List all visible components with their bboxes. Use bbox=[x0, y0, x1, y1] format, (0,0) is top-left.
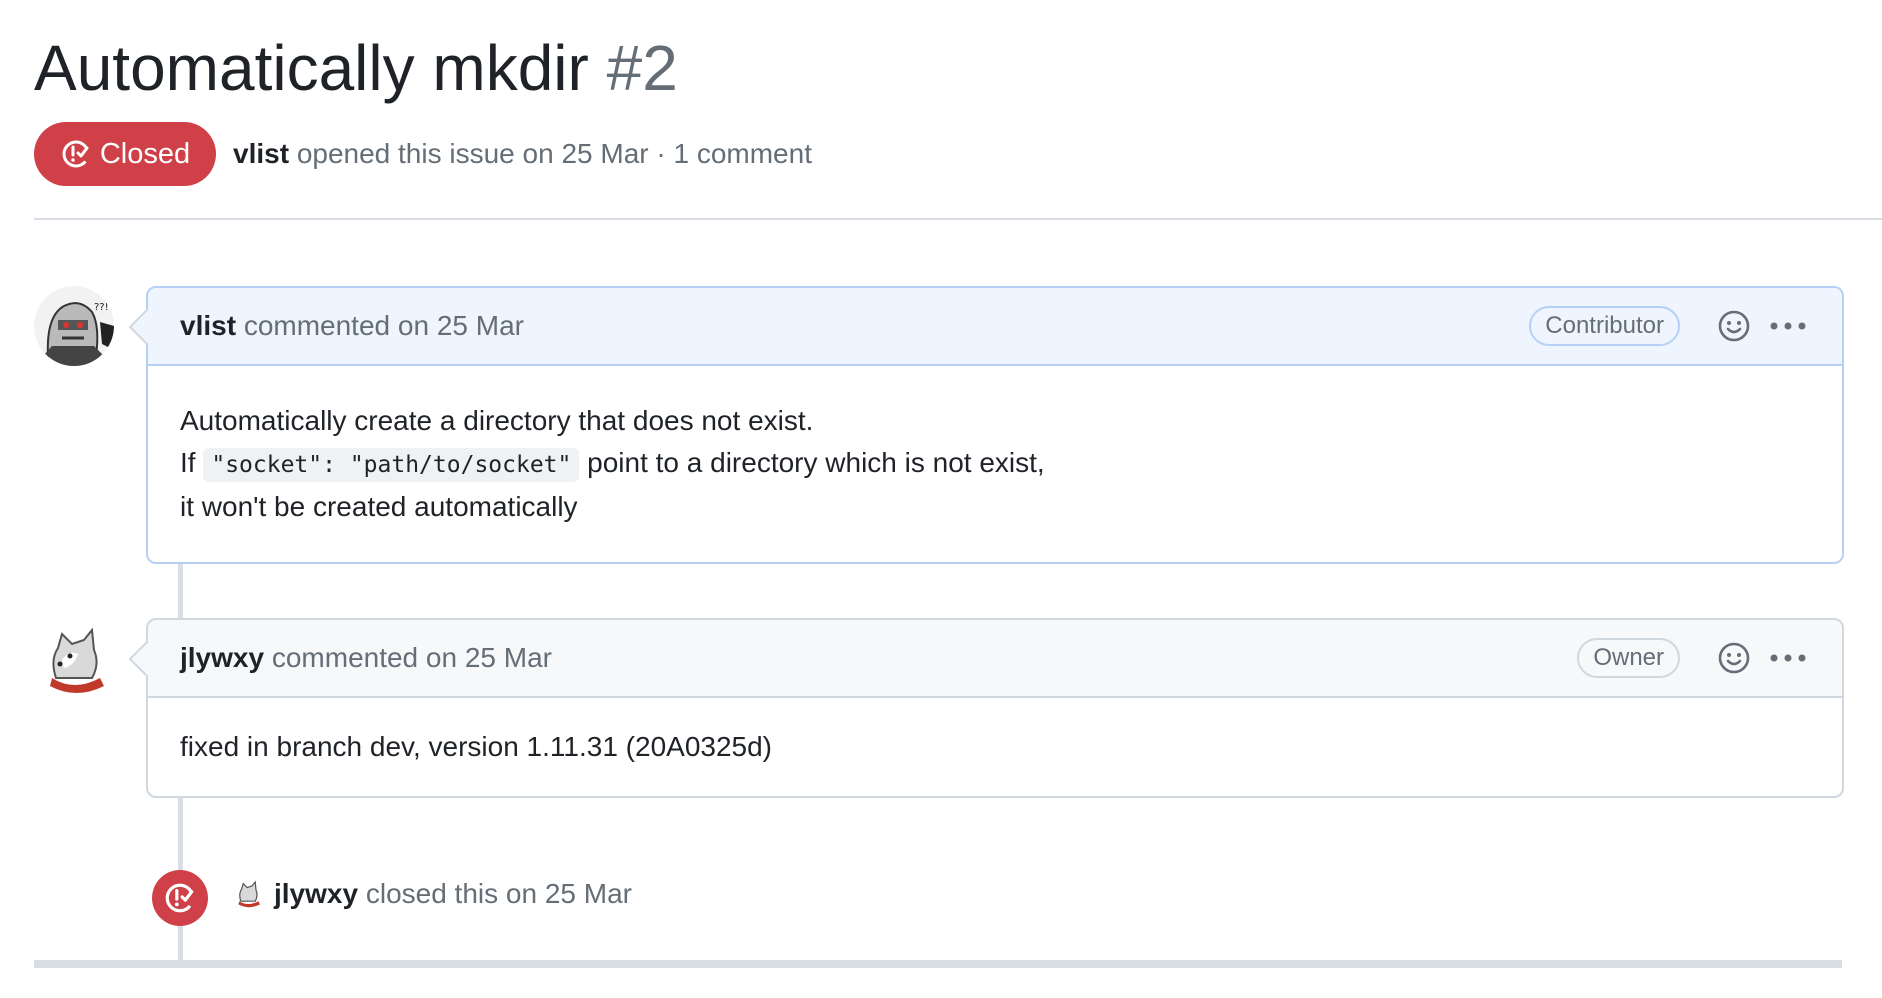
role-badge: Contributor bbox=[1529, 306, 1680, 346]
comment-action: commented bbox=[243, 310, 391, 341]
issue-author-link[interactable]: vlist bbox=[233, 138, 289, 169]
issue-closed-icon bbox=[165, 883, 195, 913]
comment-pointer bbox=[128, 308, 166, 346]
comment-card-vlist: vlist commented on 25 Mar Contributor Au… bbox=[128, 286, 1844, 564]
event-date-link[interactable]: on 25 Mar bbox=[506, 878, 632, 909]
issue-number: #2 bbox=[606, 32, 678, 104]
comment-date-link[interactable]: on 25 Mar bbox=[398, 310, 524, 342]
comment-action: commented bbox=[271, 642, 419, 673]
role-badge: Owner bbox=[1577, 638, 1680, 678]
smiley-icon bbox=[1718, 642, 1750, 674]
issue-title: Automatically mkdir #2 bbox=[34, 28, 678, 108]
header-divider bbox=[34, 218, 1882, 220]
comment-text-line: If "socket": "path/to/socket" point to a… bbox=[180, 442, 1810, 486]
comment-body: Automatically create a directory that do… bbox=[148, 366, 1842, 562]
timeline-bottom-divider bbox=[34, 960, 1842, 968]
issue-meta: vlist opened this issue on 25 Mar · 1 co… bbox=[233, 138, 812, 170]
avatar-small-jlywxy[interactable] bbox=[232, 878, 264, 910]
comment-author-link[interactable]: vlist bbox=[180, 310, 236, 342]
comment-text-line: Automatically create a directory that do… bbox=[180, 405, 814, 436]
comment-body: fixed in branch dev, version 1.11.31 (20… bbox=[148, 698, 1842, 796]
svg-text:??!: ??! bbox=[94, 302, 109, 313]
event-action: closed this bbox=[365, 878, 499, 909]
status-label: Closed bbox=[99, 137, 191, 170]
closed-event: jlywxy closed this on 25 Mar bbox=[232, 878, 632, 910]
comment-header: jlywxy commented on 25 Mar Owner bbox=[128, 620, 1842, 698]
comment-options-button[interactable] bbox=[1766, 636, 1810, 680]
add-reaction-button[interactable] bbox=[1712, 304, 1756, 348]
comment-text-fragment: If bbox=[180, 447, 196, 478]
comment-text-line: fixed in branch dev, version 1.11.31 (20… bbox=[180, 731, 773, 762]
add-reaction-button[interactable] bbox=[1712, 636, 1756, 680]
comment-card-jlywxy: jlywxy commented on 25 Mar Owner fixed i… bbox=[128, 618, 1844, 798]
comment-text-line: it won't be created automatically bbox=[180, 491, 578, 522]
issue-closed-icon bbox=[62, 140, 90, 168]
comment-text-fragment: point to a directory which is not exist, bbox=[587, 447, 1045, 478]
comment-header: vlist commented on 25 Mar Contributor bbox=[128, 288, 1842, 366]
avatar-vlist[interactable]: ??! bbox=[34, 286, 114, 366]
closed-event-badge bbox=[152, 870, 208, 926]
comment-date-link[interactable]: on 25 Mar bbox=[426, 642, 552, 674]
inline-code: "socket": "path/to/socket" bbox=[203, 448, 580, 482]
event-author-link[interactable]: jlywxy bbox=[274, 878, 358, 909]
issue-title-text: Automatically mkdir bbox=[34, 32, 589, 104]
comment-pointer bbox=[128, 640, 166, 678]
issue-opened-text: opened this issue on 25 Mar · 1 comment bbox=[296, 138, 812, 169]
smiley-icon bbox=[1718, 310, 1750, 342]
avatar-jlywxy[interactable] bbox=[34, 620, 114, 700]
kebab-horizontal-icon bbox=[1770, 322, 1806, 330]
status-badge-closed[interactable]: Closed bbox=[34, 122, 216, 186]
kebab-horizontal-icon bbox=[1770, 654, 1806, 662]
comment-options-button[interactable] bbox=[1766, 304, 1810, 348]
comment-author-link[interactable]: jlywxy bbox=[180, 642, 264, 674]
